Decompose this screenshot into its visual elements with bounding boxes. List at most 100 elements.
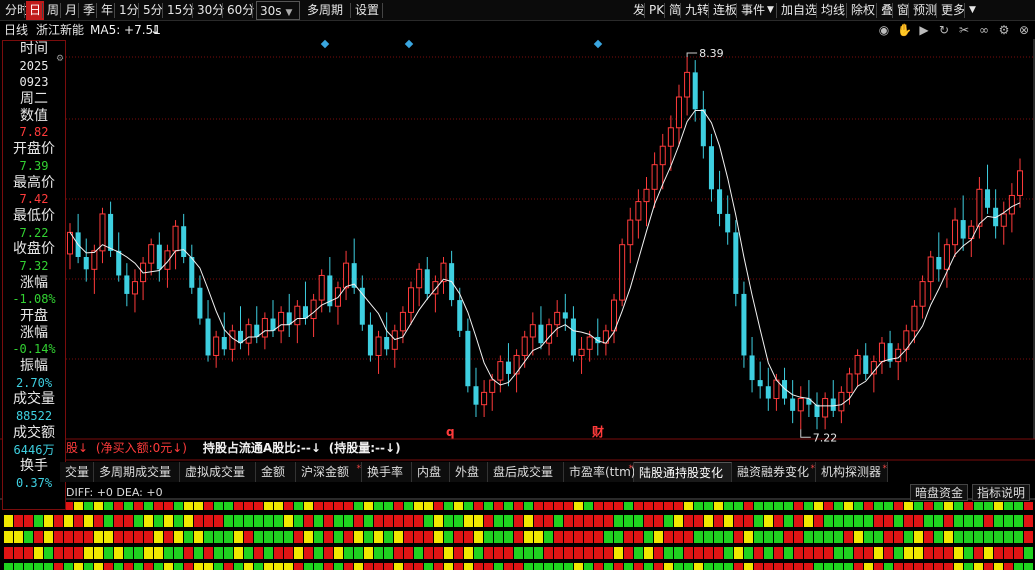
- heatmap-cell: [614, 547, 623, 559]
- event-marker-cai[interactable]: 财: [591, 424, 604, 439]
- heatmap-cell: [414, 547, 423, 559]
- eye-icon[interactable]: ◉: [877, 22, 891, 38]
- hand-icon[interactable]: ✋: [897, 22, 912, 38]
- heatmap-cell: [64, 531, 73, 543]
- heatmap-cell: [684, 547, 693, 559]
- indicator-tab-7[interactable]: 外盘: [450, 462, 488, 482]
- heatmap-cell: [634, 515, 643, 527]
- heatmap-cell: [54, 547, 63, 559]
- dark-money-button[interactable]: 暗盘资金: [910, 484, 969, 501]
- heatmap-cell: [704, 531, 713, 543]
- indicator-tab-1[interactable]: 多周期成交量: [94, 462, 180, 482]
- event-chevron-down-icon[interactable]: ▼: [764, 1, 777, 20]
- heatmap-cell: [564, 515, 573, 527]
- heatmap-cell: [344, 547, 353, 559]
- heatmap-cell: [594, 563, 603, 570]
- data-window-value: 7.82: [19, 125, 49, 140]
- candle-body-up: [489, 379, 496, 393]
- heatmap-cell: [924, 531, 933, 543]
- settings-icon[interactable]: ⚙: [997, 22, 1011, 38]
- indicator-tab-4[interactable]: 沪深金额 *: [296, 462, 362, 482]
- heatmap-cell: [784, 515, 793, 527]
- settings-button[interactable]: 设置: [352, 1, 382, 20]
- heatmap-cell: [144, 515, 153, 527]
- period-dropdown[interactable]: 30s ▼: [256, 1, 300, 20]
- candle-body-up: [976, 188, 983, 227]
- heatmap-cell: [654, 531, 663, 543]
- candle-body-down: [562, 312, 568, 319]
- indicator-tab-12[interactable]: 机构探测器 *: [816, 462, 888, 482]
- indicator-help-button[interactable]: 指标说明: [972, 484, 1031, 501]
- data-window-label: 成交额: [13, 424, 55, 441]
- heatmap-cell: [334, 502, 343, 510]
- event-diamond-0[interactable]: [320, 39, 330, 49]
- heatmap-cell: [1014, 515, 1023, 527]
- heatmap-cell: [124, 502, 133, 510]
- heatmap-cell: [504, 515, 513, 527]
- toolbar-right-6[interactable]: 加自选: [778, 1, 820, 20]
- candle-body-down: [384, 337, 390, 350]
- candle-body-up: [586, 336, 593, 350]
- heatmap-cell: [774, 502, 783, 510]
- close-icon[interactable]: ⊗: [1017, 22, 1031, 38]
- heatmap-cell: [344, 563, 353, 570]
- candle-body-down: [156, 244, 162, 270]
- indicator-tab-11[interactable]: 融资融券变化 *: [732, 462, 816, 482]
- candle-body-down: [108, 213, 114, 251]
- heatmap-cell: [674, 547, 683, 559]
- heatmap-cell: [94, 563, 103, 570]
- heatmap-cell: [454, 547, 463, 559]
- heatmap-cell: [854, 502, 863, 510]
- data-window-label: 振幅: [20, 358, 48, 375]
- stock-name[interactable]: 浙江新能: [36, 22, 84, 39]
- heatmap-cell: [644, 502, 653, 510]
- heatmap-cell: [724, 563, 733, 570]
- more-chevron-down-icon[interactable]: ▼: [966, 1, 979, 20]
- event-marker-q[interactable]: q: [446, 425, 455, 439]
- heatmap-cell: [394, 502, 403, 510]
- heatmap-cell: [1014, 563, 1023, 570]
- play-icon[interactable]: ▶: [917, 22, 931, 38]
- candle-body-up: [1008, 194, 1015, 215]
- heatmap-cell: [404, 502, 413, 510]
- indicator-tab-8[interactable]: 盘后成交量: [488, 462, 564, 482]
- heatmap-cell: [74, 547, 83, 559]
- heatmap-cell: [504, 502, 513, 510]
- data-window-value: 7.39: [19, 158, 49, 173]
- heatmap-cell: [1024, 515, 1033, 527]
- heatmap-cell: [144, 563, 153, 570]
- indicator-tab-3[interactable]: 金额: [256, 462, 296, 482]
- indicator-tab-0[interactable]: 交量: [60, 462, 94, 482]
- heatmap-cell: [434, 531, 443, 543]
- heatmap-cell: [474, 531, 483, 543]
- scissors-icon[interactable]: ✂: [957, 22, 971, 38]
- heatmap-cell: [324, 563, 333, 570]
- heatmap-cell: [664, 502, 673, 510]
- heatmap-cell: [514, 563, 523, 570]
- toolbar-right-7[interactable]: 均线: [818, 1, 848, 20]
- heatmap-cell: [74, 502, 83, 510]
- heatmap-cell: [764, 563, 773, 570]
- data-window-gear-icon[interactable]: ⚙: [56, 54, 66, 64]
- heatmap-cell: [784, 547, 793, 559]
- heatmap-cell: [864, 563, 873, 570]
- indicator-tab-10[interactable]: 陆股通持股变化: [634, 462, 732, 482]
- indicator-tab-9[interactable]: 市盈率(ttm) *: [564, 462, 635, 482]
- indicator-tab-5[interactable]: 换手率: [362, 462, 412, 482]
- heatmap-cell: [894, 531, 903, 543]
- indicator-tab-2[interactable]: 虚拟成交量: [180, 462, 256, 482]
- heatmap-cell: [544, 531, 553, 543]
- toolbar-right-8[interactable]: 除权: [848, 1, 878, 20]
- heatmap-cell: [334, 563, 343, 570]
- candle-body-up: [278, 311, 285, 332]
- heatmap-cell: [514, 531, 523, 543]
- heatmap-cell: [764, 531, 773, 543]
- candle-body-up: [878, 342, 885, 363]
- indicator-tab-6[interactable]: 内盘: [412, 462, 450, 482]
- multi-period-button[interactable]: 多周期: [304, 1, 346, 20]
- event-diamond-2[interactable]: [593, 39, 603, 49]
- link-icon[interactable]: ∞: [977, 22, 991, 38]
- replay-icon[interactable]: ↻: [937, 22, 951, 38]
- event-diamond-1[interactable]: [404, 39, 414, 49]
- heatmap-cell: [994, 515, 1003, 527]
